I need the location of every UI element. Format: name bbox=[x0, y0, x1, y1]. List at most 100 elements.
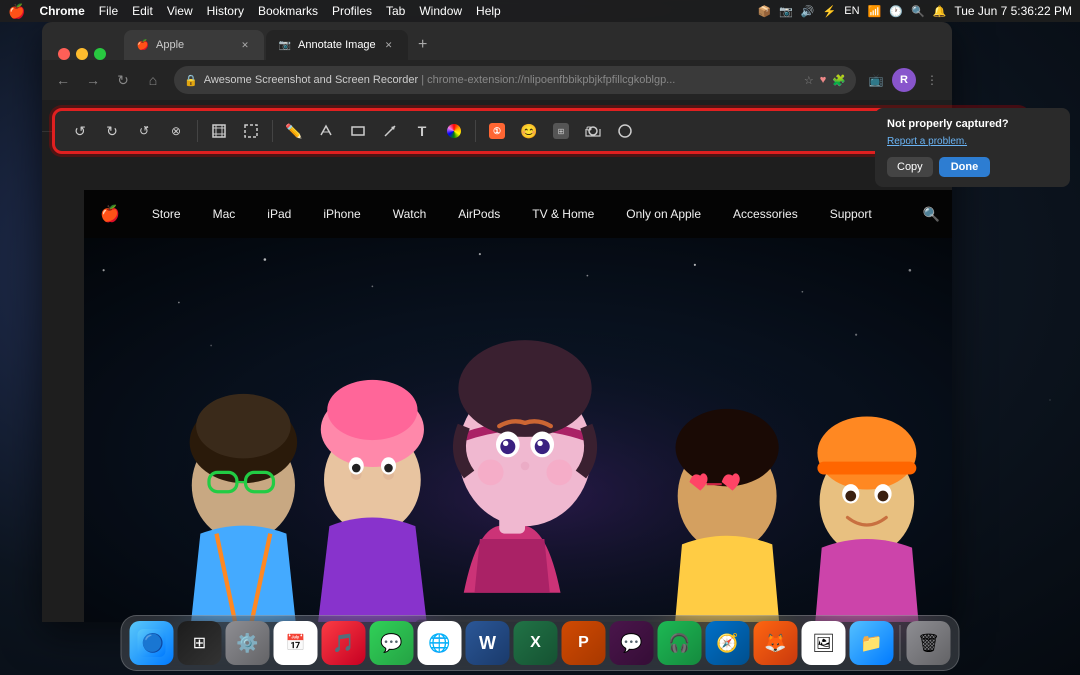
done-button[interactable]: Done bbox=[939, 157, 991, 177]
text-tool[interactable]: T bbox=[407, 116, 437, 146]
tab-annotate[interactable]: 📷 Annotate Image ✕ bbox=[266, 30, 408, 60]
color-picker[interactable] bbox=[439, 116, 469, 146]
emoji-smile-tool[interactable]: 😊 bbox=[514, 116, 544, 146]
tab-annotate-close[interactable]: ✕ bbox=[382, 38, 396, 52]
menubar-clock-icon[interactable]: 🕐 bbox=[889, 5, 903, 18]
new-tab-button[interactable]: + bbox=[410, 32, 436, 58]
dock-messages[interactable]: 💬 bbox=[370, 621, 414, 665]
toolbar-separator-1 bbox=[197, 120, 198, 142]
tab-bar: 🍎 Apple ✕ 📷 Annotate Image ✕ + bbox=[42, 22, 952, 60]
bookmark-star-icon[interactable]: ☆ bbox=[804, 74, 814, 87]
dock-system-settings[interactable]: ⚙️ bbox=[226, 621, 270, 665]
heart-icon[interactable]: ♥ bbox=[820, 74, 827, 86]
menu-bar: 🍎 Chrome File Edit View History Bookmark… bbox=[0, 0, 1080, 22]
apple-logo-nav[interactable]: 🍎 bbox=[84, 190, 136, 238]
tab-apple-close[interactable]: ✕ bbox=[238, 38, 252, 52]
menubar-search-icon[interactable]: 🔍 bbox=[911, 5, 925, 18]
dock-safari[interactable]: 🧭 bbox=[706, 621, 750, 665]
cast-icon[interactable]: 📺 bbox=[864, 68, 888, 92]
redo-button[interactable]: ↻ bbox=[97, 116, 127, 146]
copy-button[interactable]: Copy bbox=[887, 157, 933, 177]
minimize-button[interactable] bbox=[76, 48, 88, 60]
toolbar-separator-2 bbox=[272, 120, 273, 142]
fullscreen-button[interactable] bbox=[94, 48, 106, 60]
menubar-wifi-icon[interactable]: 📶 bbox=[868, 5, 882, 18]
apple-nav-watch[interactable]: Watch bbox=[377, 190, 443, 238]
home-button[interactable]: ⌂ bbox=[140, 67, 166, 93]
sticker-1-tool[interactable]: ① bbox=[482, 116, 512, 146]
menu-icon[interactable]: ⋮ bbox=[920, 68, 944, 92]
app-name[interactable]: Chrome bbox=[39, 4, 84, 18]
apple-website-nav: 🍎 Store Mac iPad iPhone Watch AirPods TV… bbox=[84, 190, 952, 238]
menu-window[interactable]: Window bbox=[419, 4, 462, 18]
back-button[interactable]: ← bbox=[50, 67, 76, 93]
menubar-volume-icon[interactable]: 🔊 bbox=[801, 5, 815, 18]
menu-bookmarks[interactable]: Bookmarks bbox=[258, 4, 318, 18]
apple-search-icon[interactable]: 🔍 bbox=[923, 206, 940, 223]
apple-menu[interactable]: 🍎 bbox=[8, 3, 25, 20]
menu-history[interactable]: History bbox=[207, 4, 244, 18]
apple-nav-mac[interactable]: Mac bbox=[197, 190, 252, 238]
rectangle-tool[interactable] bbox=[343, 116, 373, 146]
apple-nav-iphone[interactable]: iPhone bbox=[307, 190, 376, 238]
dock-calendar[interactable]: 📅 bbox=[274, 621, 318, 665]
highlight-tool[interactable] bbox=[311, 116, 341, 146]
address-main: Awesome Screenshot and Screen Recorder bbox=[204, 74, 418, 86]
dock-trash[interactable]: 🗑 bbox=[907, 621, 951, 665]
selection-tool[interactable] bbox=[236, 116, 266, 146]
dock-word[interactable]: W bbox=[466, 621, 510, 665]
menubar-dropbox-icon[interactable]: 📦 bbox=[757, 5, 771, 18]
screenshot-tool[interactable] bbox=[578, 116, 608, 146]
dock-launchpad[interactable]: ⊞ bbox=[178, 621, 222, 665]
dock-preview[interactable]: 🖼 bbox=[802, 621, 846, 665]
dock-spotify[interactable]: 🎧 bbox=[658, 621, 702, 665]
dock-powerpoint[interactable]: P bbox=[562, 621, 606, 665]
circle-highlight-tool[interactable] bbox=[610, 116, 640, 146]
more-emoji-tool[interactable]: ⊞ bbox=[546, 116, 576, 146]
forward-button[interactable]: → bbox=[80, 67, 106, 93]
tab-annotate-favicon: 📷 bbox=[278, 38, 292, 52]
menu-view[interactable]: View bbox=[167, 4, 193, 18]
dock-finder[interactable]: 🔵 bbox=[130, 621, 174, 665]
dock-slack[interactable]: 💬 bbox=[610, 621, 654, 665]
apple-nav-store[interactable]: Store bbox=[136, 190, 197, 238]
tab-apple[interactable]: 🍎 Apple ✕ bbox=[124, 30, 264, 60]
address-bar[interactable]: 🔒 Awesome Screenshot and Screen Recorder… bbox=[174, 66, 856, 94]
dock-files[interactable]: 📁 bbox=[850, 621, 894, 665]
refresh-button[interactable]: ↻ bbox=[110, 67, 136, 93]
apple-hero-background bbox=[84, 238, 952, 622]
apple-nav-only-apple[interactable]: Only on Apple bbox=[610, 190, 717, 238]
clear-button[interactable]: ⊗ bbox=[161, 116, 191, 146]
desktop: 🍎 Chrome File Edit View History Bookmark… bbox=[0, 0, 1080, 675]
menu-profiles[interactable]: Profiles bbox=[332, 4, 372, 18]
traffic-lights bbox=[50, 48, 114, 60]
menubar-battery-icon[interactable]: ⚡ bbox=[823, 5, 837, 18]
menu-help[interactable]: Help bbox=[476, 4, 501, 18]
report-problem-link[interactable]: Report a problem. bbox=[887, 136, 1058, 147]
menubar-camera-icon[interactable]: 📷 bbox=[779, 5, 793, 18]
apple-nav-ipad[interactable]: iPad bbox=[251, 190, 307, 238]
dock-firefox[interactable]: 🦊 bbox=[754, 621, 798, 665]
apple-nav-support[interactable]: Support bbox=[814, 190, 888, 238]
menubar-keyboard-icon[interactable]: EN bbox=[844, 5, 859, 17]
dock-chrome[interactable]: 🌐 bbox=[418, 621, 462, 665]
apple-nav-accessories[interactable]: Accessories bbox=[717, 190, 814, 238]
extensions-icon[interactable]: 🧩 bbox=[832, 74, 846, 87]
undo-button[interactable]: ↺ bbox=[65, 116, 95, 146]
tab-apple-favicon: 🍎 bbox=[136, 38, 150, 52]
close-button[interactable] bbox=[58, 48, 70, 60]
profile-icon[interactable]: R bbox=[892, 68, 916, 92]
arrow-tool[interactable] bbox=[375, 116, 405, 146]
crop-tool[interactable] bbox=[204, 116, 234, 146]
address-extension: | chrome-extension://nlipoenfbbikpbjkfpf… bbox=[421, 74, 675, 86]
reset-button[interactable]: ↺̈ bbox=[129, 116, 159, 146]
apple-nav-tv[interactable]: TV & Home bbox=[516, 190, 610, 238]
menu-tab[interactable]: Tab bbox=[386, 4, 405, 18]
apple-nav-airpods[interactable]: AirPods bbox=[442, 190, 516, 238]
pen-tool[interactable]: ✏️ bbox=[279, 116, 309, 146]
dock-music[interactable]: 🎵 bbox=[322, 621, 366, 665]
menubar-notification-icon[interactable]: 🔔 bbox=[933, 5, 947, 18]
dock-excel[interactable]: X bbox=[514, 621, 558, 665]
menu-edit[interactable]: Edit bbox=[132, 4, 153, 18]
menu-file[interactable]: File bbox=[99, 4, 118, 18]
